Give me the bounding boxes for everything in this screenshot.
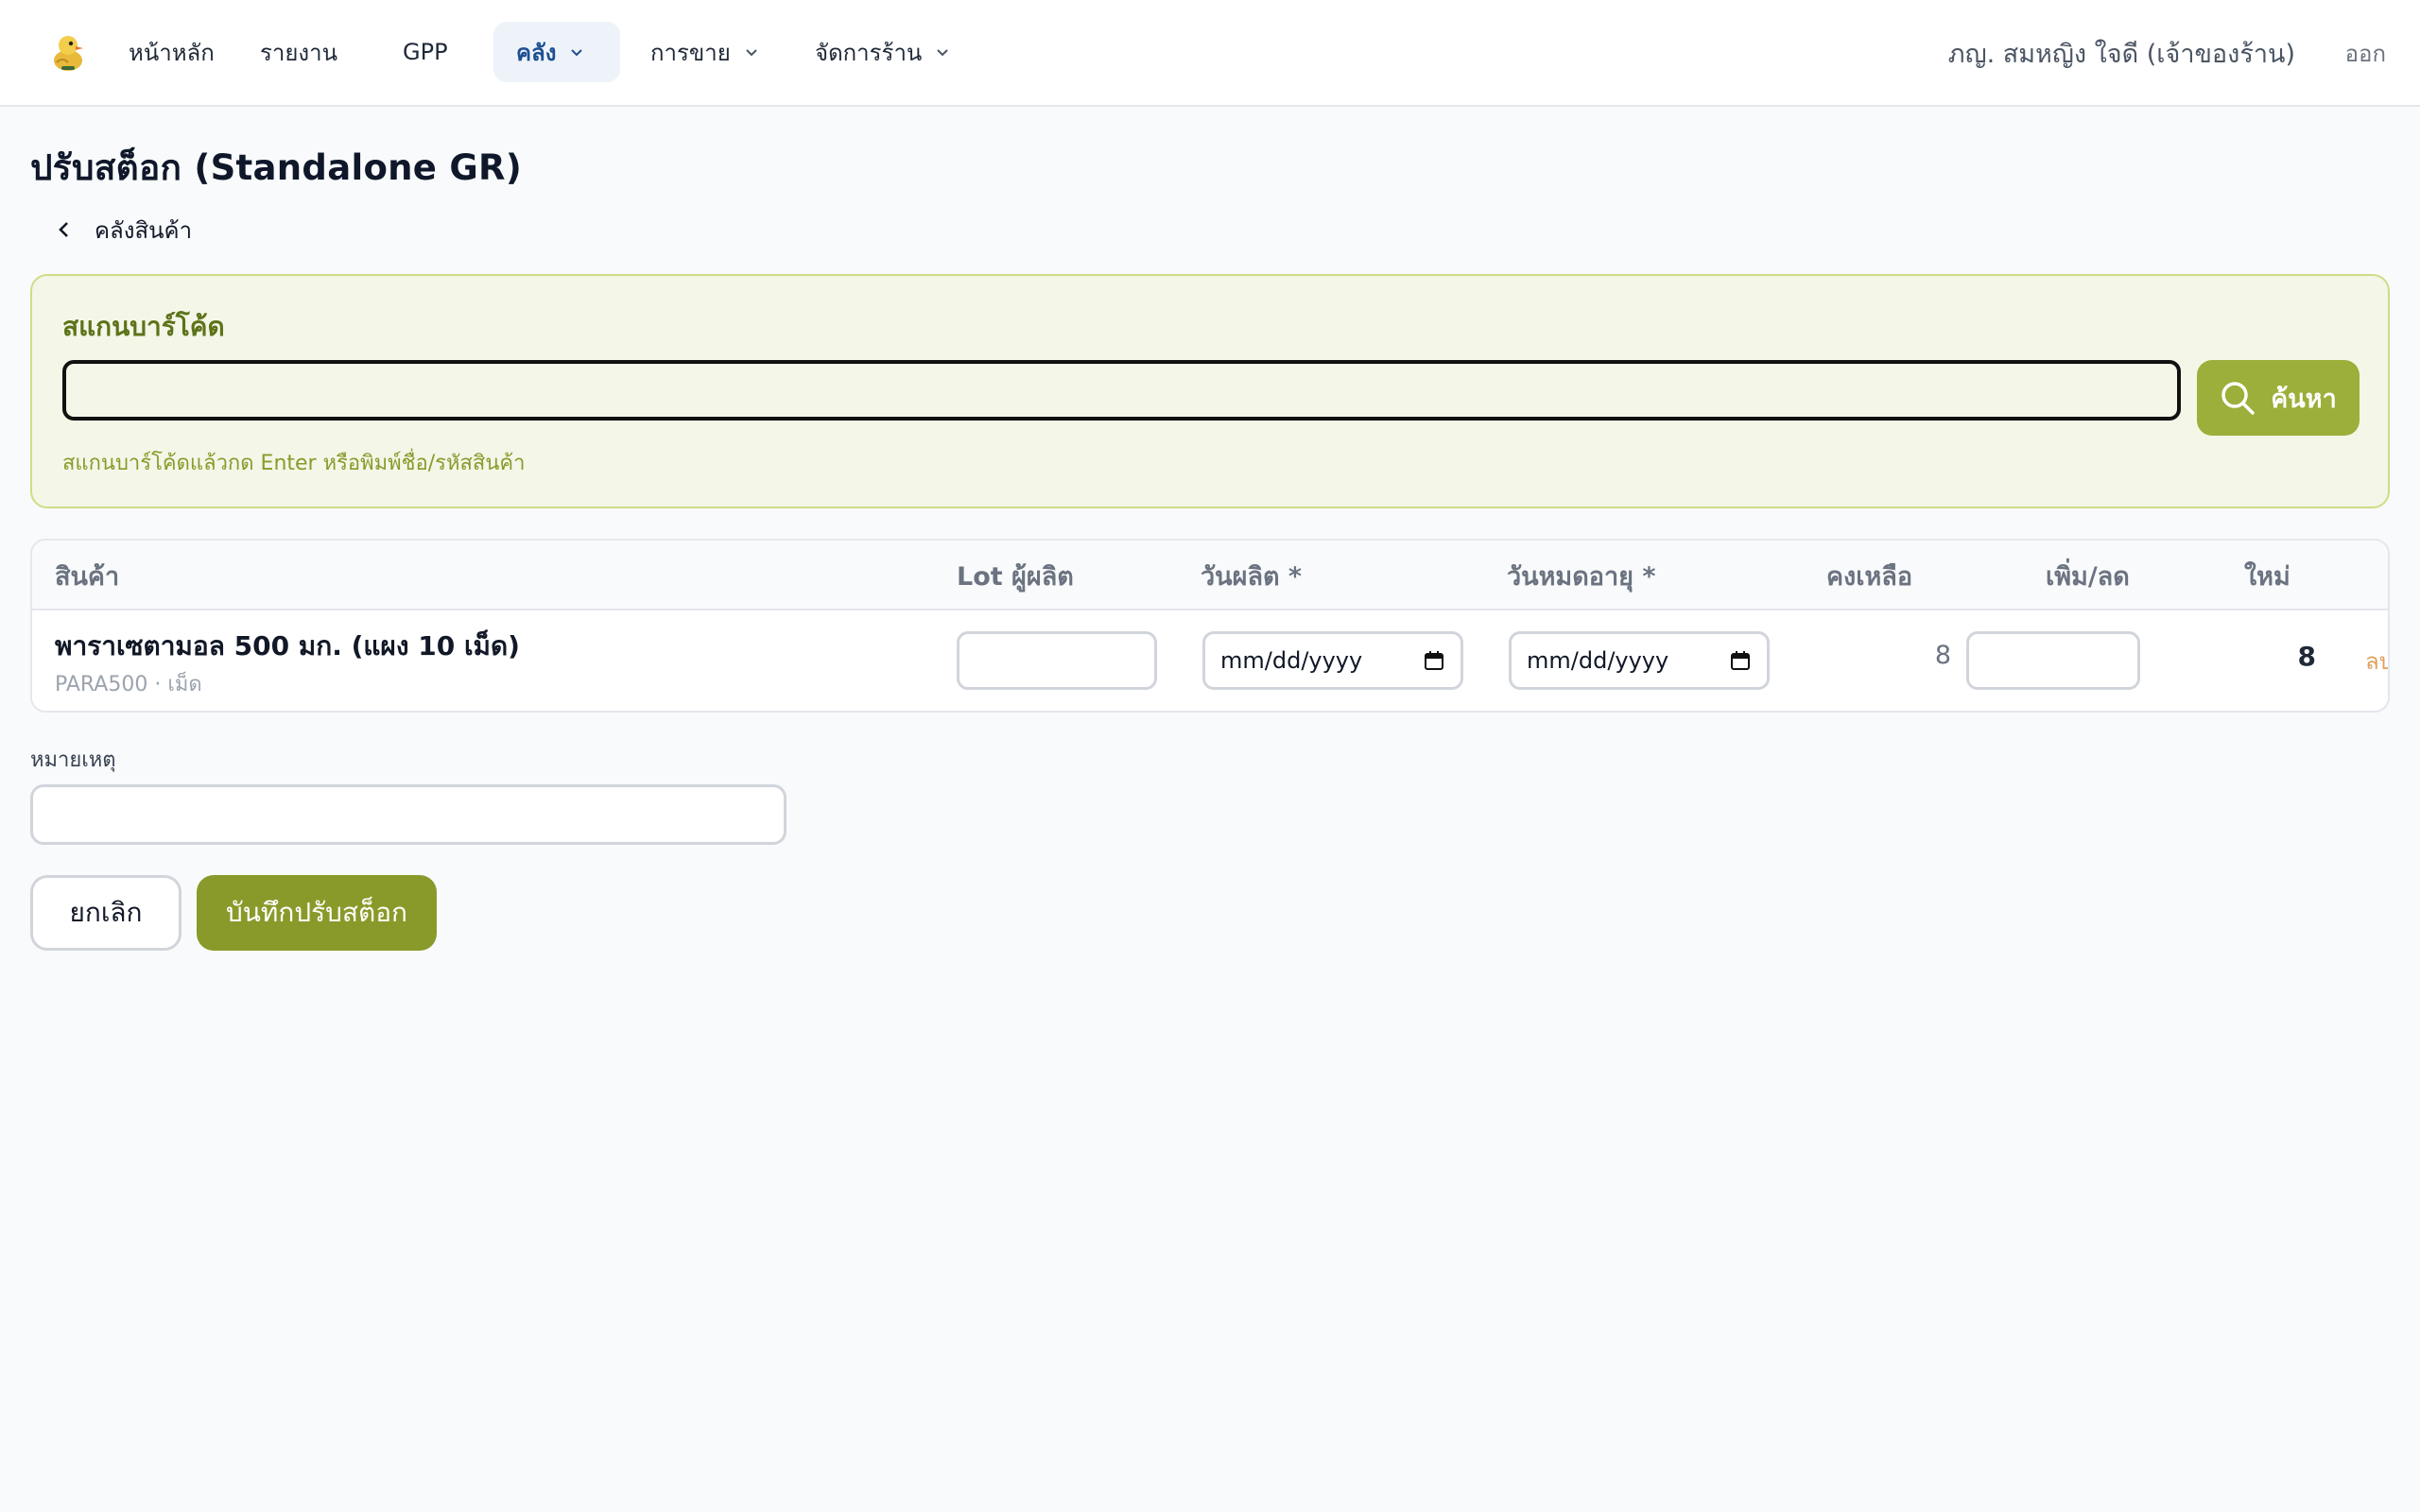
chevron-down-icon	[571, 49, 583, 57]
nav-store-management-label: จัดการร้าน	[815, 39, 923, 66]
duck-logo-icon[interactable]	[49, 32, 87, 74]
nav-home[interactable]: หน้าหลัก	[112, 22, 232, 82]
remaining-qty: 8	[1934, 641, 1951, 670]
product-name: พาราเซตามอล 500 มก. (แผง 10 เม็ด)	[55, 630, 520, 662]
calendar-icon[interactable]	[1729, 649, 1752, 672]
nav-store-management[interactable]: จัดการร้าน	[798, 22, 967, 82]
remark-input[interactable]	[30, 784, 786, 845]
page-title: ปรับสต็อก (Standalone GR)	[30, 147, 523, 188]
search-button-label: ค้นหา	[2271, 384, 2337, 414]
nav-home-label: หน้าหลัก	[129, 39, 215, 66]
remark-label: หมายเหตุ	[30, 748, 116, 772]
scan-hint: สแกนบาร์โค้ดแล้วกด Enter หรือพิมพ์ชื่อ/ร…	[62, 452, 526, 475]
nav-inventory-label: คลัง	[516, 39, 557, 66]
th-exp-date: วันหมดอายุ *	[1507, 561, 1656, 592]
scan-label: สแกนบาร์โค้ด	[62, 311, 225, 342]
user-name: ภญ. สมหญิง ใจดี (เจ้าของร้าน)	[1947, 39, 2295, 69]
calendar-icon[interactable]	[1423, 649, 1445, 672]
chevron-down-icon	[746, 49, 757, 57]
logout-link[interactable]: ออก	[2345, 32, 2386, 74]
top-navbar: หน้าหลัก รายงาน GPP คลัง การขาย จัดการร้…	[0, 0, 2420, 107]
th-lot: Lot ผู้ผลิต	[957, 561, 1074, 592]
barcode-scan-panel: สแกนบาร์โค้ด ค้นหา สแกนบาร์โค้ดแล้วกด En…	[30, 274, 2390, 508]
back-link[interactable]: คลังสินค้า	[55, 210, 192, 249]
lot-input[interactable]	[957, 631, 1157, 690]
th-new: ใหม่	[2244, 561, 2290, 592]
new-qty: 8	[2297, 641, 2316, 672]
table-header: สินค้า Lot ผู้ผลิต วันผลิต * วันหมดอายุ …	[32, 541, 2388, 610]
th-product: สินค้า	[55, 561, 120, 592]
th-adjust: เพิ่ม/ลด	[2046, 561, 2130, 592]
barcode-input[interactable]	[62, 360, 2181, 421]
th-remaining: คงเหลือ	[1826, 561, 1913, 592]
save-adjustment-button[interactable]: บันทึกปรับสต็อก	[197, 875, 437, 951]
stock-adjust-table: สินค้า Lot ผู้ผลิต วันผลิต * วันหมดอายุ …	[30, 539, 2390, 713]
cancel-button[interactable]: ยกเลิก	[30, 875, 182, 951]
mfg-date-input[interactable]: mm/dd/yyyy	[1202, 631, 1463, 690]
th-mfg-date: วันผลิต *	[1201, 561, 1303, 592]
exp-date-input[interactable]: mm/dd/yyyy	[1509, 631, 1770, 690]
nav-reports[interactable]: รายงาน	[243, 22, 354, 82]
chevron-down-icon	[937, 49, 949, 57]
nav-sales[interactable]: การขาย	[633, 22, 776, 82]
nav-reports-label: รายงาน	[260, 39, 338, 66]
mfg-date-value: mm/dd/yyyy	[1220, 647, 1363, 674]
exp-date-value: mm/dd/yyyy	[1527, 647, 1669, 674]
nav-sales-label: การขาย	[650, 39, 731, 66]
nav-inventory[interactable]: คลัง	[493, 22, 620, 82]
nav-gpp-label: GPP	[403, 39, 448, 65]
adjust-qty-input[interactable]	[1966, 631, 2140, 690]
search-button[interactable]: ค้นหา	[2197, 360, 2360, 436]
back-link-label: คลังสินค้า	[95, 216, 193, 244]
delete-row-link[interactable]: ลบ	[2365, 643, 2388, 679]
nav-gpp[interactable]: GPP	[386, 22, 465, 82]
product-meta: PARA500 · เม็ด	[55, 673, 202, 696]
search-icon	[2221, 382, 2255, 415]
chevron-left-icon	[59, 222, 68, 237]
